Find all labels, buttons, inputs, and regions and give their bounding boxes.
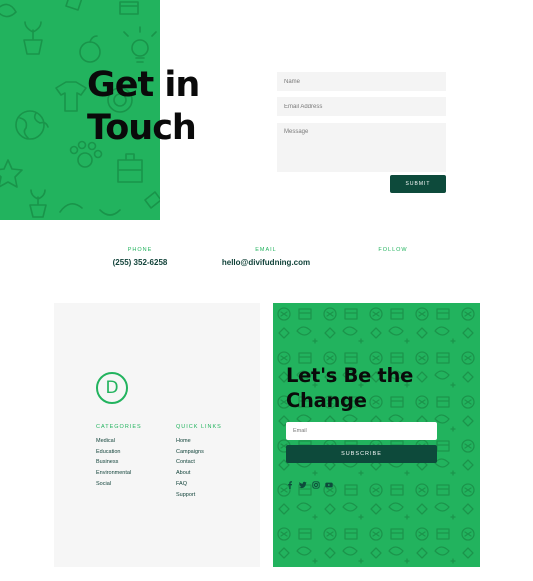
category-link-business[interactable]: Business — [96, 457, 131, 468]
youtube-icon[interactable] — [325, 481, 333, 489]
message-textarea[interactable] — [277, 123, 446, 172]
page-title: Get in Touch — [87, 65, 200, 148]
twitter-icon[interactable] — [299, 481, 307, 489]
phone-label: PHONE — [127, 247, 153, 253]
email-link[interactable]: hello@divifudning.com — [196, 258, 336, 267]
categories-heading: CATEGORIES — [96, 424, 142, 430]
category-link-social[interactable]: Social — [96, 479, 131, 490]
email-address-input[interactable] — [277, 97, 446, 116]
brand-logo[interactable]: D — [96, 372, 128, 404]
quick-link-campaigns[interactable]: Campaigns — [176, 447, 204, 458]
quick-links-heading: QUICK LINKS — [176, 424, 222, 430]
instagram-icon[interactable] — [312, 481, 320, 489]
newsletter-title: Let's Be the Change — [286, 364, 414, 412]
name-input[interactable] — [277, 72, 446, 91]
category-link-medical[interactable]: Medical — [96, 436, 131, 447]
submit-button[interactable]: SUBMIT — [390, 175, 446, 193]
categories-list: Medical Education Business Environmental… — [96, 436, 131, 490]
quick-link-about[interactable]: About — [176, 468, 204, 479]
quick-link-home[interactable]: Home — [176, 436, 204, 447]
social-links — [286, 481, 333, 489]
category-link-education[interactable]: Education — [96, 447, 131, 458]
footer-links-panel — [54, 303, 260, 567]
quick-link-support[interactable]: Support — [176, 490, 204, 501]
quick-link-faq[interactable]: FAQ — [176, 479, 204, 490]
facebook-icon[interactable] — [286, 481, 294, 489]
quick-link-contact[interactable]: Contact — [176, 457, 204, 468]
newsletter-email-input[interactable] — [286, 422, 437, 440]
email-label: EMAIL — [255, 247, 277, 253]
category-link-environmental[interactable]: Environmental — [96, 468, 131, 479]
follow-label: FOLLOW — [378, 247, 408, 253]
subscribe-button[interactable]: SUBSCRIBE — [286, 445, 437, 463]
quick-links-list: Home Campaigns Contact About FAQ Support — [176, 436, 204, 500]
phone-number[interactable]: (255) 352-6258 — [70, 258, 210, 267]
